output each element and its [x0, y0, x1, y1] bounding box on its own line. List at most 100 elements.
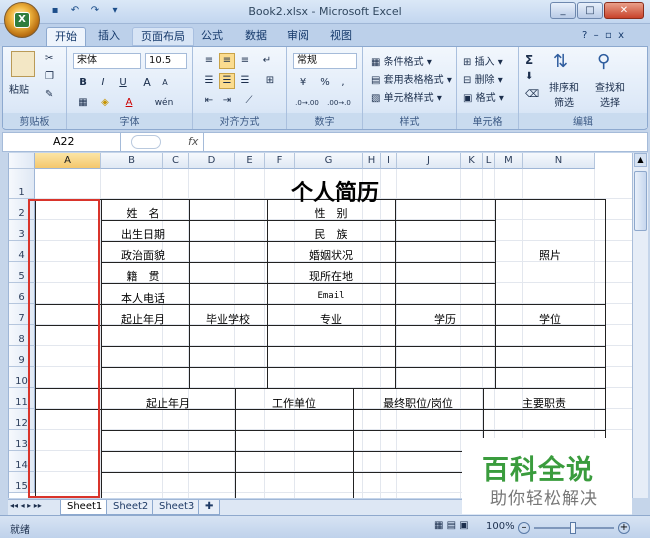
label-name[interactable]: 姓 名 [101, 205, 185, 221]
decrease-decimal-button[interactable]: .00→.0 [325, 95, 353, 111]
insert-cells-button[interactable]: ⊞ 插入 ▾ [463, 53, 503, 68]
redo-icon[interactable]: ↷ [88, 4, 102, 18]
tab-data[interactable]: 数据 [237, 27, 275, 46]
header-degree[interactable]: 学位 [495, 311, 605, 327]
close-button[interactable]: ✕ [604, 2, 644, 19]
zoom-level[interactable]: 100% [486, 521, 515, 532]
header-edu-period[interactable]: 起止年月 [101, 311, 185, 327]
formula-bar-buttons[interactable] [131, 135, 161, 149]
header-position[interactable]: 最终职位/岗位 [353, 395, 483, 411]
label-phone[interactable]: 本人电话 [101, 290, 185, 306]
fill-color-icon[interactable]: ◈ [97, 95, 113, 111]
photo-cell[interactable]: 照片 [495, 247, 605, 263]
column-header-c[interactable]: C [163, 153, 189, 169]
customize-qat-icon[interactable]: ▾ [108, 4, 122, 18]
column-header-f[interactable]: F [265, 153, 295, 169]
tab-page-layout[interactable]: 页面布局 [132, 27, 194, 46]
column-header-m[interactable]: M [495, 153, 523, 169]
align-middle-icon[interactable]: ≡ [219, 53, 235, 69]
underline-button[interactable]: U [115, 75, 131, 91]
decrease-indent-icon[interactable]: ⇤ [201, 93, 217, 109]
border-icon[interactable]: ▦ [75, 95, 91, 111]
font-name-select[interactable]: 宋体 [73, 53, 141, 69]
tab-insert[interactable]: 插入 [90, 27, 128, 46]
orientation-icon[interactable]: ⟋ [241, 93, 257, 109]
tab-formulas[interactable]: 公式 [193, 27, 231, 46]
currency-icon[interactable]: ¥ [293, 75, 313, 91]
office-button[interactable]: X [4, 2, 40, 38]
column-header-k[interactable]: K [461, 153, 483, 169]
bold-button[interactable]: B [75, 75, 91, 91]
zoom-slider-thumb[interactable] [570, 522, 576, 534]
vertical-scrollbar[interactable]: ▲ [632, 153, 648, 498]
label-ethnicity[interactable]: 民 族 [267, 226, 395, 242]
column-header-g[interactable]: G [295, 153, 363, 169]
insert-function-button[interactable]: fx [188, 135, 198, 148]
sheet-tab-3[interactable]: Sheet3 [152, 500, 202, 515]
scroll-up-icon[interactable]: ▲ [634, 153, 647, 167]
font-size-select[interactable]: 10.5 [145, 53, 187, 69]
cell-styles-button[interactable]: ▧ 单元格样式 ▾ [371, 89, 442, 104]
delete-cells-button[interactable]: ⊟ 删除 ▾ [463, 71, 503, 86]
font-color-button[interactable]: A [121, 95, 137, 111]
shrink-font-button[interactable]: A [157, 75, 173, 91]
undo-icon[interactable]: ↶ [68, 4, 82, 18]
percent-button[interactable]: % [317, 75, 333, 91]
increase-indent-icon[interactable]: ⇥ [219, 93, 235, 109]
fill-icon[interactable]: ⬇ [525, 71, 533, 82]
cut-icon[interactable]: ✂ [45, 53, 53, 64]
wrap-text-icon[interactable]: ↵ [259, 53, 275, 69]
zoom-out-icon[interactable]: – [518, 522, 530, 534]
sort-filter-icon[interactable]: ⇅ [553, 51, 568, 72]
column-header-d[interactable]: D [189, 153, 235, 169]
select-all-corner[interactable] [9, 153, 35, 169]
header-school[interactable]: 毕业学校 [189, 311, 267, 327]
tab-home[interactable]: 开始 [46, 27, 86, 46]
number-format-select[interactable]: 常规 [293, 53, 357, 69]
copy-icon[interactable]: ❐ [45, 71, 54, 82]
view-buttons[interactable]: ▦ ▤ ▣ [434, 520, 469, 531]
column-header-j[interactable]: J [397, 153, 461, 169]
header-major[interactable]: 专业 [267, 311, 395, 327]
find-select-button[interactable]: 查找和 选择 [595, 79, 625, 109]
sheet-nav-icon[interactable]: ◂◂ ◂ ▸ ▸▸ [10, 501, 42, 510]
paste-button[interactable]: 粘贴 [9, 81, 29, 96]
label-political-status[interactable]: 政治面貌 [101, 247, 185, 263]
column-header-i[interactable]: I [381, 153, 397, 169]
paste-icon[interactable] [11, 51, 35, 77]
resume-title[interactable]: 个人简历 [235, 175, 435, 207]
sheet-tab-1[interactable]: Sheet1 [60, 500, 110, 515]
column-header-h[interactable]: H [363, 153, 381, 169]
label-current-residence[interactable]: 现所在地 [267, 268, 395, 284]
italic-button[interactable]: I [95, 75, 111, 91]
label-native-place[interactable]: 籍 贯 [101, 268, 185, 284]
maximize-button[interactable]: □ [577, 2, 603, 19]
conditional-formatting-button[interactable]: ▦ 条件格式 ▾ [371, 53, 432, 68]
autosum-button[interactable]: Σ [525, 53, 533, 67]
column-header-a[interactable]: A [35, 153, 101, 169]
column-header-l[interactable]: L [483, 153, 495, 169]
find-select-icon[interactable]: ⚲ [597, 51, 610, 72]
label-email[interactable]: Email [267, 291, 395, 301]
header-education-level[interactable]: 学历 [395, 311, 495, 327]
format-as-table-button[interactable]: ▤ 套用表格格式 ▾ [371, 71, 452, 86]
name-box[interactable]: A22 [3, 133, 121, 151]
align-left-icon[interactable]: ☰ [201, 73, 217, 89]
increase-decimal-button[interactable]: .0→.00 [293, 95, 321, 111]
help-icon[interactable]: ? – ▫ x [574, 27, 632, 46]
sheet-tab-2[interactable]: Sheet2 [106, 500, 156, 515]
formula-input[interactable] [203, 133, 643, 151]
header-duties[interactable]: 主要职责 [483, 395, 605, 411]
format-painter-icon[interactable]: ✎ [45, 89, 53, 100]
insert-sheet-icon[interactable]: ✚ [198, 500, 221, 515]
column-header-b[interactable]: B [101, 153, 163, 169]
tab-view[interactable]: 视图 [322, 27, 360, 46]
format-cells-button[interactable]: ▣ 格式 ▾ [463, 89, 504, 104]
scroll-thumb[interactable] [634, 171, 647, 231]
label-marital-status[interactable]: 婚姻状况 [267, 247, 395, 263]
phonetic-button[interactable]: wén [149, 95, 179, 111]
minimize-button[interactable]: _ [550, 2, 576, 19]
column-header-n[interactable]: N [523, 153, 595, 169]
column-header-e[interactable]: E [235, 153, 265, 169]
comma-button[interactable]: , [335, 75, 351, 91]
